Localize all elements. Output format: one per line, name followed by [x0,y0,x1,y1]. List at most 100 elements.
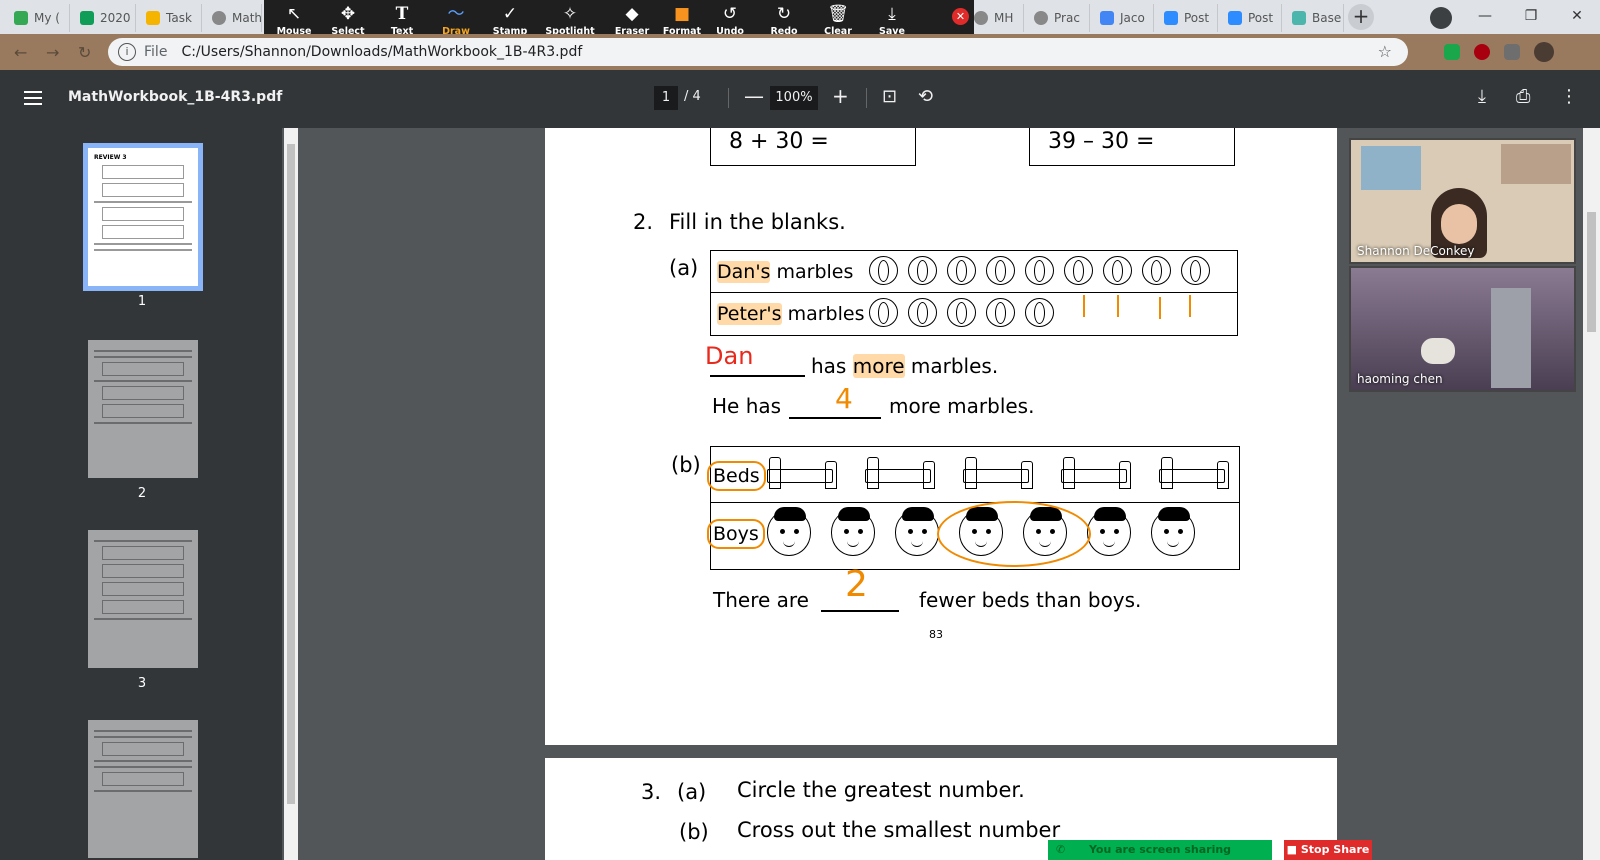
question-3a-text: Circle the greatest number. [737,778,1025,802]
blank-line [789,417,881,419]
tab-mh[interactable]: MH [968,4,1024,32]
boy-face-icon [895,507,939,556]
fit-page-icon[interactable]: ⊡ [882,86,897,107]
tally-mark [1159,297,1161,319]
menu-icon[interactable] [24,91,42,109]
video-tile-haoming[interactable]: haoming chen [1349,266,1576,392]
tool-spotlight[interactable]: ✧ Spotlight [540,4,600,37]
puzzle-icon[interactable] [1504,44,1520,60]
back-icon[interactable]: ← [14,43,27,62]
sidebar-scrollbar[interactable] [284,128,298,860]
participant-name: Shannon DeConkey [1357,244,1475,258]
tool-save[interactable]: ⤓ Save [862,4,922,37]
tool-stamp[interactable]: ✓ Stamp [480,4,540,37]
tool-text[interactable]: T Text [372,4,432,37]
rotate-icon[interactable]: ⟲ [918,86,933,107]
new-tab-button[interactable]: + [1348,4,1374,30]
peter-marbles-row: Peter's marbles [711,293,1237,335]
handwritten-answer-2: 2 [845,564,868,605]
page-number-input[interactable]: 1 [654,86,678,110]
equation-box-right: 39 – 30 = [1029,128,1235,166]
pdf-filename: MathWorkbook_1B-4R3.pdf [68,89,283,105]
boy-face-icon [1087,507,1131,556]
marble-icon [1103,256,1132,285]
close-window-button[interactable]: ✕ [1554,0,1600,34]
zoom-in-button[interactable]: + [832,84,849,108]
boy-face-icon [1151,507,1195,556]
tab-sheets[interactable]: 2020 [74,4,136,32]
tally-mark [1083,295,1085,317]
web-icon [212,11,226,25]
reload-icon[interactable]: ↻ [78,43,91,62]
tool-select[interactable]: ✥ Select [318,4,378,37]
restore-button[interactable]: ❐ [1508,0,1554,34]
bed-icon [1061,455,1135,493]
tool-mouse[interactable]: ↖ Mouse [264,4,324,37]
blank-line [821,610,899,612]
zoom-icon [1228,11,1242,25]
download-icon[interactable]: ⤓ [1478,86,1486,107]
forward-icon[interactable]: → [46,43,59,62]
stop-share-button[interactable]: ■ Stop Share [1284,840,1372,860]
marble-icon [1142,256,1171,285]
tally-mark [1117,295,1119,317]
participant-name: haoming chen [1357,372,1443,386]
tool-undo[interactable]: ↺ Undo [700,4,760,37]
ublock-icon[interactable] [1474,44,1490,60]
tool-draw[interactable]: 〜 Draw [426,4,486,37]
url-bar[interactable]: i File C:/Users/Shannon/Downloads/MathWo… [108,38,1408,66]
marble-icon [869,298,898,327]
tab-search-icon[interactable] [1430,7,1452,29]
tab-jaco[interactable]: Jaco [1094,4,1154,32]
zoom-level-input[interactable]: 100% [770,86,818,110]
text-icon: T [395,4,409,24]
boy-face-icon [831,507,875,556]
tool-redo[interactable]: ↻ Redo [754,4,814,37]
thumbnail-page-1[interactable]: REVIEW 3 [83,143,203,291]
question-title: Fill in the blanks. [669,210,846,234]
question-3b-text: Cross out the smallest number [737,818,1061,842]
marble-icon [986,256,1015,285]
marble-icon [869,256,898,285]
tab-task[interactable]: Task [140,4,202,32]
sheets-icon [80,11,94,25]
tab-base[interactable]: Base [1286,4,1344,32]
tab-post-1[interactable]: Post [1158,4,1218,32]
classroom-icon [146,11,160,25]
bed-icon [865,455,939,493]
thumbnail-page-2[interactable] [88,340,198,478]
thumbnail-page-3[interactable] [88,530,198,668]
tab-math[interactable]: Math [206,4,262,32]
tab-post-2[interactable]: Post [1222,4,1282,32]
bookmark-star-icon[interactable]: ☆ [1378,42,1392,61]
tab-drive[interactable]: My ( [8,4,70,32]
video-tile-shannon[interactable]: Shannon DeConkey [1349,138,1576,264]
trash-icon: 🗑 [827,4,849,24]
print-icon[interactable]: ⎙ [1516,86,1530,107]
profile-avatar[interactable] [1534,42,1554,62]
extension-icon[interactable] [1444,44,1460,60]
stop-icon: ■ [1286,843,1298,856]
minimize-button[interactable]: — [1462,0,1508,34]
more-options-icon[interactable]: ⋮ [1560,86,1578,107]
tool-clear[interactable]: 🗑 Clear [808,4,868,37]
marble-icon [908,298,937,327]
zoom-out-button[interactable]: — [744,84,764,108]
web-icon [974,11,988,25]
tab-prac[interactable]: Prac [1028,4,1090,32]
circled-extra-boys [937,501,1091,567]
marble-icon [1025,256,1054,285]
beds-boys-table: Beds Boys [707,446,1240,570]
equation-box-left: 8 + 30 = [710,128,916,166]
page-scrollbar[interactable] [1583,128,1600,860]
undo-icon: ↺ [722,4,738,24]
close-annotation-button[interactable]: ✕ [952,8,969,25]
marble-icon [1064,256,1093,285]
pdf-toolbar: MathWorkbook_1B-4R3.pdf 1 / 4 — 100% + ⊡… [0,70,1600,128]
thumbnail-page-4[interactable] [88,720,198,858]
drive-icon [14,11,28,25]
marble-icon [1181,256,1210,285]
marble-icon [908,256,937,285]
shield-icon: ✆ [1056,843,1066,856]
info-icon[interactable]: i [118,43,136,61]
